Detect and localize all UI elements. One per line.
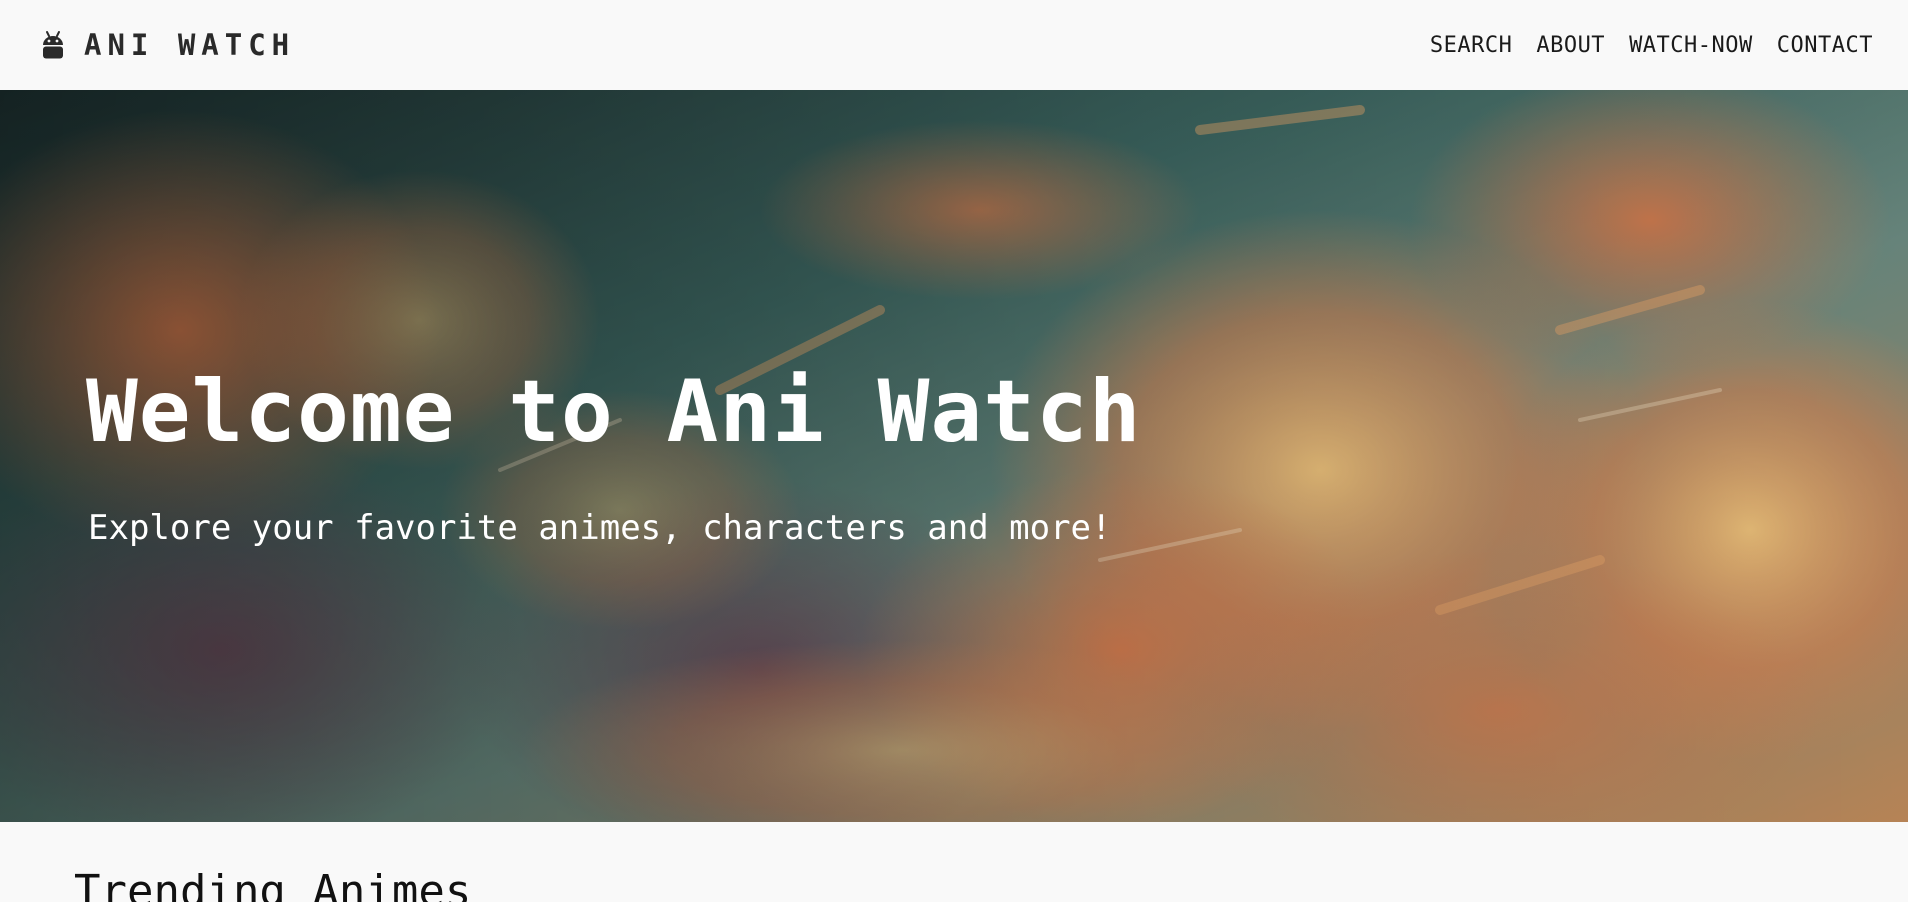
hero-subtitle: Explore your favorite animes, characters…: [88, 508, 1112, 548]
trending-section: Trending Animes: [0, 822, 1908, 902]
hero-banner: Welcome to Ani Watch Explore your favori…: [0, 90, 1908, 822]
android-icon: [43, 31, 63, 59]
nav-link-about[interactable]: ABOUT: [1536, 33, 1605, 58]
hero-title: Welcome to Ani Watch: [86, 362, 1142, 462]
trending-title: Trending Animes: [74, 866, 472, 902]
nav-link-contact[interactable]: CONTACT: [1777, 33, 1873, 58]
top-navbar: ANI WATCH SEARCH ABOUT WATCH-NOW CONTACT: [0, 0, 1908, 90]
nav-link-watch-now[interactable]: WATCH-NOW: [1629, 33, 1753, 58]
brand-name: ANI WATCH: [84, 28, 296, 62]
nav-link-search[interactable]: SEARCH: [1430, 33, 1512, 58]
main-nav: SEARCH ABOUT WATCH-NOW CONTACT: [1430, 33, 1873, 58]
brand-logo-link[interactable]: ANI WATCH: [40, 28, 295, 62]
